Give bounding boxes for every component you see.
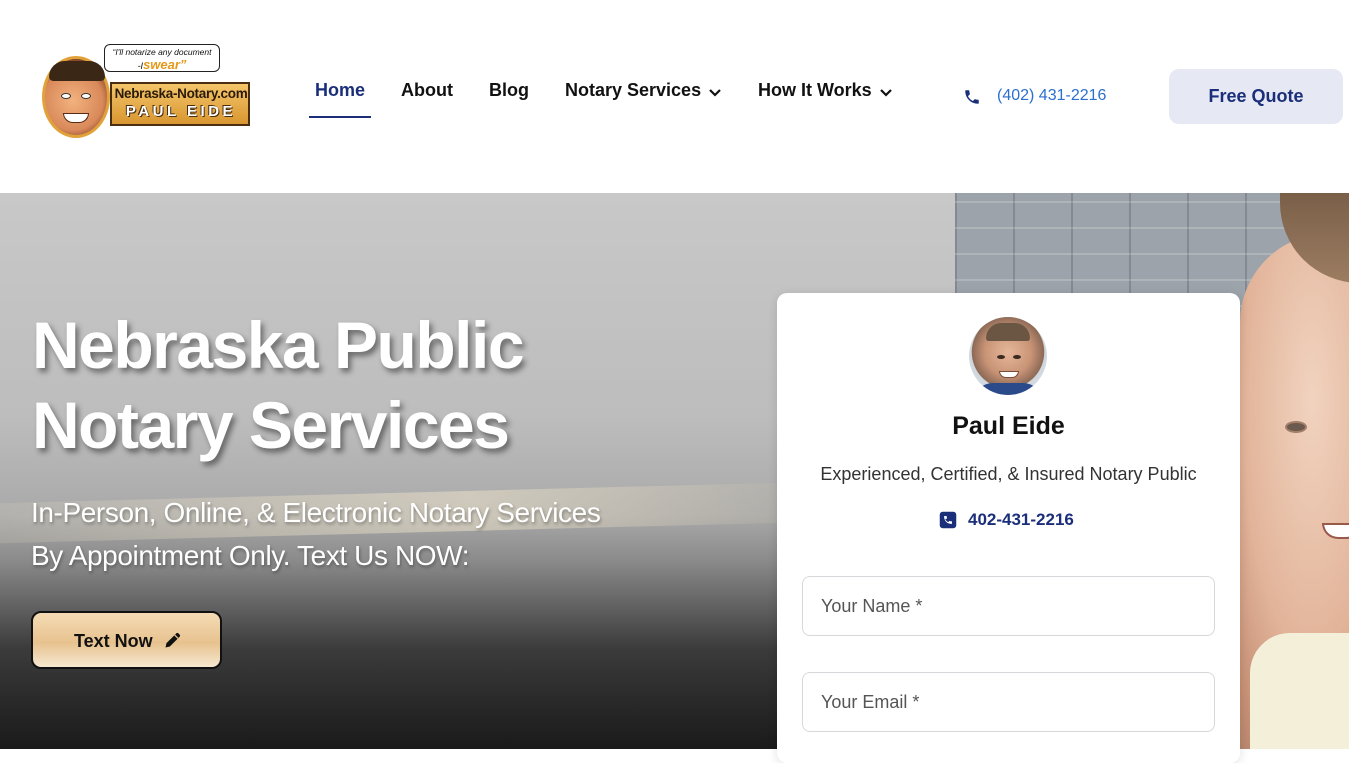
nav-home[interactable]: Home: [308, 80, 372, 118]
hero-title: Nebraska Public Notary Services: [32, 305, 672, 465]
nav-blog[interactable]: Blog: [489, 80, 529, 118]
nav-notary-services-label: Notary Services: [565, 80, 702, 100]
nav-how-it-works-label: How It Works: [758, 80, 872, 100]
text-now-button[interactable]: Text Now: [31, 611, 222, 669]
nav-about[interactable]: About: [401, 80, 453, 118]
logo-site-name: Nebraska-Notary.com: [114, 86, 248, 101]
hero-person-eye: [1285, 421, 1307, 433]
pencil-icon: [165, 633, 180, 648]
logo-bubble-word: swear”: [143, 57, 187, 72]
hero-subtitle-line2: By Appointment Only. Text Us NOW:: [31, 540, 470, 571]
nav-how-it-works[interactable]: How It Works: [758, 80, 892, 118]
hero-title-line2: Notary Services: [32, 388, 510, 462]
hero-subtitle: In-Person, Online, & Electronic Notary S…: [31, 491, 731, 577]
site-logo[interactable]: “I'll notarize any document -Iswear” Neb…: [40, 42, 254, 140]
logo-bubble-text: “I'll notarize any document: [112, 47, 212, 57]
site-header: “I'll notarize any document -Iswear” Neb…: [0, 0, 1349, 193]
hero-subtitle-line1: In-Person, Online, & Electronic Notary S…: [31, 497, 601, 528]
logo-nameplate: Nebraska-Notary.com PAUL EIDE: [110, 82, 250, 126]
logo-caricature-face: [42, 56, 110, 138]
text-now-label: Text Now: [74, 631, 153, 651]
chevron-down-icon: [879, 81, 892, 102]
free-quote-button[interactable]: Free Quote: [1169, 69, 1343, 124]
chevron-down-icon: [709, 81, 721, 102]
nav-home-label: Home: [315, 80, 366, 100]
hero-person-shirt: [1250, 633, 1349, 749]
header-phone-number: (402) 431-2216: [997, 87, 1107, 104]
logo-bubble-swear: -Iswear”: [105, 57, 219, 72]
contact-card: Paul Eide Experienced, Certified, & Insu…: [777, 293, 1240, 763]
card-tagline: Experienced, Certified, & Insured Notary…: [820, 464, 1197, 484]
logo-speech-bubble: “I'll notarize any document -Iswear”: [104, 44, 220, 72]
card-name: Paul Eide: [952, 412, 1065, 440]
phone-square-icon: [939, 511, 957, 529]
avatar: [969, 317, 1047, 395]
name-input[interactable]: [802, 576, 1215, 636]
nav-about-label: About: [401, 80, 453, 100]
hero-title-line1: Nebraska Public: [32, 308, 525, 382]
nav-notary-services[interactable]: Notary Services: [565, 80, 721, 118]
email-input[interactable]: [802, 672, 1215, 732]
logo-owner-name: PAUL EIDE: [125, 103, 237, 120]
phone-icon: [965, 90, 979, 104]
nav-blog-label: Blog: [489, 80, 529, 100]
card-phone-number: 402-431-2216: [968, 510, 1074, 529]
